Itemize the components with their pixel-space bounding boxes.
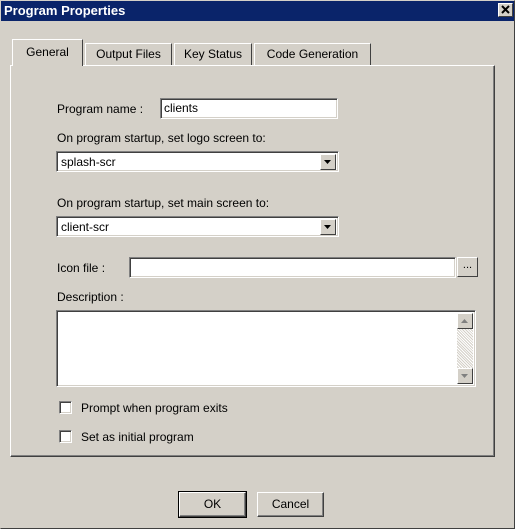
icon-file-label: Icon file : bbox=[57, 261, 106, 275]
ok-button[interactable]: OK bbox=[178, 491, 247, 518]
initial-program-label[interactable]: Set as initial program bbox=[81, 430, 194, 444]
prompt-exit-checkbox[interactable] bbox=[59, 401, 72, 414]
tab-output-files[interactable]: Output Files bbox=[85, 43, 172, 65]
tab-general[interactable]: General bbox=[12, 39, 83, 66]
scroll-down-icon bbox=[461, 374, 468, 378]
icon-file-input[interactable] bbox=[129, 257, 456, 278]
main-screen-label: On program startup, set main screen to: bbox=[57, 196, 270, 210]
tab-output-files-label: Output Files bbox=[96, 47, 161, 61]
description-textarea[interactable] bbox=[56, 310, 476, 387]
close-icon bbox=[501, 5, 510, 14]
program-name-label: Program name : bbox=[57, 102, 144, 116]
cancel-button[interactable]: Cancel bbox=[257, 492, 324, 517]
logo-screen-label: On program startup, set logo screen to: bbox=[57, 131, 266, 145]
scroll-up-button[interactable] bbox=[457, 313, 473, 329]
logo-screen-value: splash-scr bbox=[61, 155, 116, 169]
program-name-input[interactable]: clients bbox=[160, 98, 338, 119]
main-screen-dropdown-button[interactable] bbox=[320, 219, 336, 235]
initial-program-checkbox[interactable] bbox=[59, 430, 72, 443]
main-screen-value: client-scr bbox=[61, 220, 110, 234]
title-bar[interactable]: Program Properties bbox=[1, 1, 514, 21]
tab-code-generation[interactable]: Code Generation bbox=[254, 43, 371, 65]
logo-screen-dropdown-button[interactable] bbox=[320, 154, 336, 170]
tab-key-status[interactable]: Key Status bbox=[174, 43, 252, 65]
description-scrollbar[interactable] bbox=[457, 313, 473, 384]
tab-code-generation-label: Code Generation bbox=[266, 47, 359, 61]
browse-button[interactable]: ... bbox=[457, 257, 478, 277]
tab-general-label: General bbox=[26, 45, 69, 59]
dropdown-arrow-icon bbox=[324, 225, 331, 229]
scroll-up-icon bbox=[461, 319, 468, 323]
program-properties-dialog: Program Properties General Output Files … bbox=[0, 0, 515, 529]
prompt-exit-label[interactable]: Prompt when program exits bbox=[81, 401, 228, 415]
tab-key-status-label: Key Status bbox=[183, 47, 243, 61]
close-button[interactable] bbox=[498, 3, 513, 17]
window-title: Program Properties bbox=[4, 3, 126, 18]
dropdown-arrow-icon bbox=[324, 160, 331, 164]
main-screen-select[interactable]: client-scr bbox=[56, 216, 339, 237]
scroll-down-button[interactable] bbox=[457, 368, 473, 384]
description-label: Description : bbox=[57, 290, 124, 304]
logo-screen-select[interactable]: splash-scr bbox=[56, 151, 339, 172]
